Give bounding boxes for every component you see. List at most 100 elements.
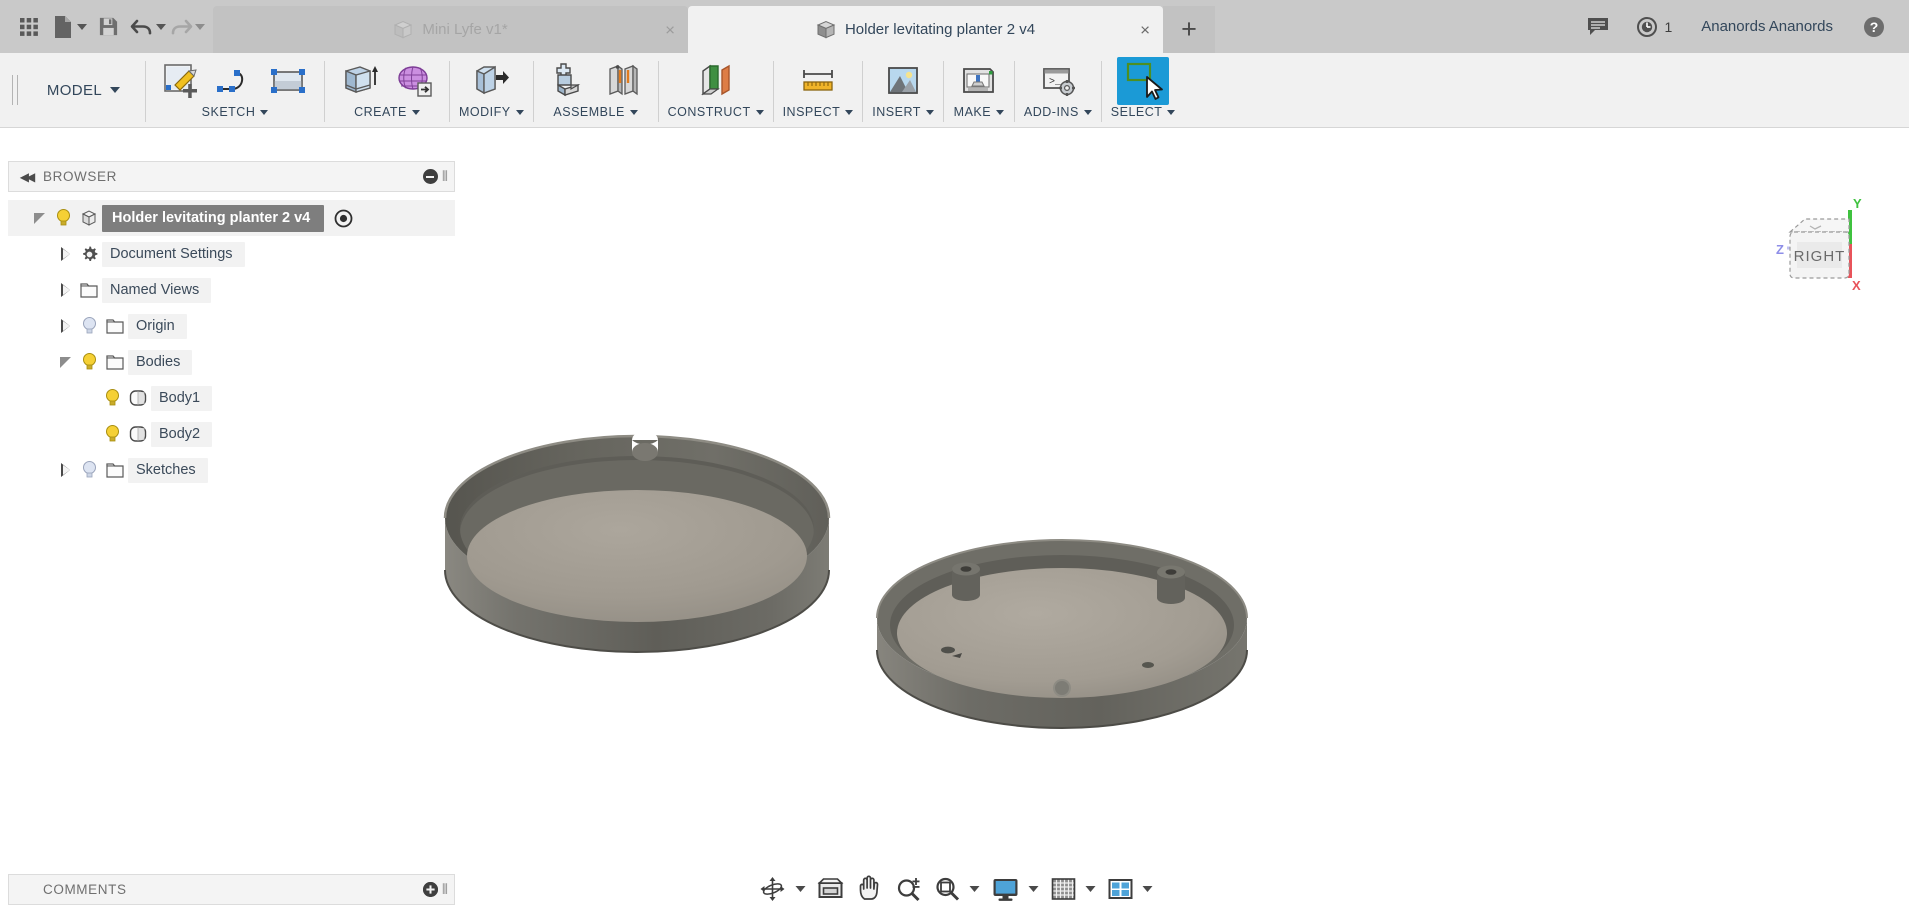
- undo-button[interactable]: [129, 5, 155, 49]
- viewports-dropdown-caret[interactable]: [1142, 886, 1152, 892]
- 3d-print-button[interactable]: [953, 57, 1005, 105]
- document-tab-holder-levitating-planter[interactable]: Holder levitating planter 2 v4 ×: [688, 6, 1163, 53]
- body2-base-plate: [876, 539, 1248, 729]
- offset-plane-button[interactable]: [690, 57, 742, 105]
- expander-right-icon[interactable]: [54, 319, 76, 333]
- select-arrow-icon: [1120, 58, 1167, 104]
- folder-icon: [102, 353, 128, 371]
- ribbon-group-label-construct[interactable]: CONSTRUCT: [668, 105, 764, 123]
- expander-down-icon[interactable]: [54, 356, 76, 368]
- expander-right-icon[interactable]: [54, 247, 76, 261]
- visibility-bulb-icon[interactable]: [76, 460, 102, 480]
- document-tab-label: Holder levitating planter 2 v4: [844, 21, 1036, 38]
- ribbon-group-label-insert[interactable]: INSERT: [872, 105, 934, 123]
- app-grid-button[interactable]: [10, 5, 48, 49]
- look-at-icon: [817, 878, 843, 898]
- new-file-dropdown-caret[interactable]: [77, 23, 87, 30]
- browser-collapse-icon[interactable]: ◀◀: [9, 170, 43, 184]
- document-tab-close-icon[interactable]: ×: [1140, 21, 1150, 38]
- fit-dropdown-caret[interactable]: [969, 886, 979, 892]
- display-settings-dropdown-caret[interactable]: [1028, 886, 1038, 892]
- job-status-button[interactable]: 1: [1623, 0, 1685, 53]
- create-sketch-button[interactable]: [155, 57, 207, 105]
- zoom-icon: [897, 878, 920, 902]
- ribbon-group-label-add-ins[interactable]: ADD-INS: [1024, 105, 1092, 123]
- display-settings-button[interactable]: [985, 871, 1025, 907]
- grid-snaps-button[interactable]: [1044, 871, 1082, 907]
- ribbon-group-inspect: INSPECT: [774, 53, 863, 127]
- joint-button[interactable]: [597, 57, 649, 105]
- ribbon-group-label-assemble[interactable]: ASSEMBLE: [553, 105, 638, 123]
- target-icon[interactable]: [330, 209, 356, 228]
- undo-dropdown-caret[interactable]: [156, 23, 166, 30]
- scripts-addins-button[interactable]: >_: [1032, 57, 1084, 105]
- create-form-button[interactable]: [388, 57, 440, 105]
- visibility-bulb-icon[interactable]: [99, 424, 125, 444]
- ribbon-group-label-create[interactable]: CREATE: [354, 105, 420, 123]
- orbit-dropdown-caret[interactable]: [795, 886, 805, 892]
- user-account-label[interactable]: Ananords Ananords: [1685, 18, 1849, 35]
- file-icon: [55, 15, 71, 38]
- clock-icon: [1637, 16, 1658, 37]
- visibility-bulb-icon[interactable]: [76, 352, 102, 372]
- browser-dock-handle-icon[interactable]: ⦀: [442, 168, 448, 185]
- tree-item-body1[interactable]: Body1: [8, 380, 455, 416]
- orbit-button[interactable]: [752, 871, 792, 907]
- line-button[interactable]: [209, 57, 261, 105]
- plus-circle-icon[interactable]: [422, 882, 438, 897]
- zoom-button[interactable]: [889, 871, 927, 907]
- workspace-selector[interactable]: MODEL: [30, 53, 145, 127]
- new-component-button[interactable]: [543, 57, 595, 105]
- expander-down-icon[interactable]: [28, 212, 50, 224]
- picture-icon: [888, 67, 918, 94]
- redo-dropdown-caret[interactable]: [195, 23, 205, 30]
- axis-x-label: X: [1852, 278, 1861, 293]
- tree-item-bodies[interactable]: Bodies: [8, 344, 455, 380]
- tree-item-named-views[interactable]: Named Views: [8, 272, 455, 308]
- chevron-down-icon: [515, 109, 524, 115]
- pan-button[interactable]: [850, 871, 888, 907]
- press-pull-button[interactable]: [465, 57, 517, 105]
- chevron-down-icon: [110, 87, 121, 93]
- minus-circle-icon[interactable]: [422, 169, 438, 184]
- svg-text:?: ?: [1870, 19, 1879, 35]
- insert-button[interactable]: [877, 57, 929, 105]
- folder-icon: [102, 317, 128, 335]
- visibility-bulb-icon[interactable]: [76, 316, 102, 336]
- ribbon-group-label-sketch[interactable]: SKETCH: [202, 105, 269, 123]
- document-tab-close-icon[interactable]: ×: [665, 21, 675, 38]
- extrude-button[interactable]: [334, 57, 386, 105]
- measure-button[interactable]: [792, 57, 844, 105]
- visibility-bulb-icon[interactable]: [99, 388, 125, 408]
- ribbon-group-label-modify[interactable]: MODIFY: [459, 105, 524, 123]
- ribbon-group-label-select[interactable]: SELECT: [1111, 105, 1176, 123]
- grid-snaps-dropdown-caret[interactable]: [1085, 886, 1095, 892]
- comments-dock-handle-icon[interactable]: ⦀: [442, 881, 448, 898]
- new-file-button[interactable]: [50, 5, 76, 49]
- visibility-bulb-icon[interactable]: [50, 208, 76, 228]
- document-tab-mini-lyfe[interactable]: Mini Lyfe v1* ×: [213, 6, 688, 53]
- select-tool-button[interactable]: [1117, 57, 1170, 105]
- redo-button[interactable]: [168, 5, 194, 49]
- viewports-button[interactable]: [1101, 871, 1139, 907]
- view-cube[interactable]: Y X Z RIGHT: [1749, 186, 1879, 306]
- expander-right-icon[interactable]: [54, 463, 76, 477]
- ribbon-label-text: INSERT: [872, 105, 921, 119]
- look-at-button[interactable]: [811, 871, 849, 907]
- tree-item-origin[interactable]: Origin: [8, 308, 455, 344]
- tree-item-document-settings[interactable]: Document Settings: [8, 236, 455, 272]
- fit-button[interactable]: [928, 871, 966, 907]
- help-button[interactable]: ?: [1849, 0, 1899, 53]
- ribbon-group-label-inspect[interactable]: INSPECT: [783, 105, 854, 123]
- tree-item-body2[interactable]: Body2: [8, 416, 455, 452]
- ribbon-group-label-make[interactable]: MAKE: [954, 105, 1005, 123]
- ribbon-grip-handle[interactable]: [0, 53, 30, 127]
- tree-item-sketches[interactable]: Sketches: [8, 452, 455, 488]
- chevron-down-icon: [845, 109, 854, 115]
- rectangle-button[interactable]: [263, 57, 315, 105]
- tree-item-root-component[interactable]: Holder levitating planter 2 v4: [8, 200, 455, 236]
- save-button[interactable]: [89, 5, 127, 49]
- new-design-tab-button[interactable]: +: [1163, 6, 1215, 53]
- comments-toggle-button[interactable]: [1573, 0, 1623, 53]
- expander-right-icon[interactable]: [54, 283, 76, 297]
